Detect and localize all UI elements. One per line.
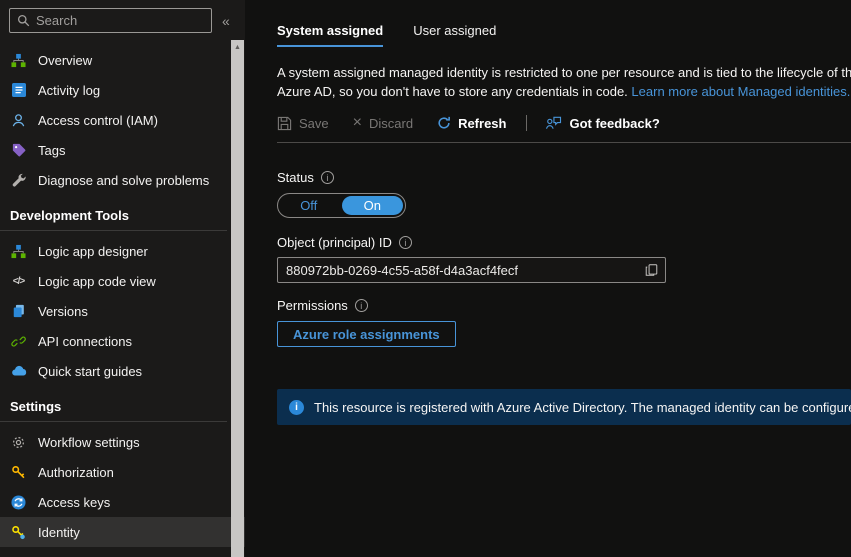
got-feedback-button[interactable]: Got feedback? (545, 115, 660, 131)
sidebar-item-quick-start-guides[interactable]: Quick start guides (0, 356, 245, 386)
status-info-icon[interactable]: i (320, 171, 334, 184)
info-banner-text: This resource is registered with Azure A… (314, 399, 851, 415)
sidebar-item-access-keys[interactable]: Access keys (0, 487, 245, 517)
toolbar: Save × Discard Refresh Got feedback? (277, 115, 851, 131)
cloud-icon (10, 363, 27, 380)
object-id-label: Object (principal) ID (277, 235, 392, 250)
permissions-label: Permissions (277, 298, 348, 313)
access-control-icon (10, 112, 27, 129)
sidebar-item-access-control[interactable]: Access control (IAM) (0, 105, 245, 135)
learn-more-link[interactable]: Learn more about Managed identities. (631, 84, 850, 99)
sidebar-item-diagnose[interactable]: Diagnose and solve problems (0, 165, 245, 195)
tab-user-assigned[interactable]: User assigned (413, 23, 496, 47)
main-panel: System assigned User assigned A system a… (245, 0, 851, 557)
tab-system-assigned[interactable]: System assigned (277, 23, 384, 47)
sidebar-item-label: Workflow settings (38, 434, 140, 450)
sidebar-item-logic-app-designer[interactable]: Logic app designer (0, 236, 245, 266)
sidebar: « Overview Activity log Access control (… (0, 0, 245, 557)
sidebar-section-settings: Settings (0, 386, 227, 422)
refresh-label: Refresh (458, 115, 507, 131)
sidebar-nav: Overview Activity log Access control (IA… (0, 37, 245, 547)
activity-log-icon (10, 82, 27, 99)
discard-x-icon: × (352, 114, 362, 131)
discard-label: Discard (368, 115, 414, 131)
azure-role-assignments-button[interactable]: Azure role assignments (277, 321, 456, 347)
refresh-icon (437, 116, 451, 130)
sidebar-item-overview[interactable]: Overview (0, 45, 245, 75)
feedback-label: Got feedback? (569, 115, 660, 131)
sidebar-item-label: Access control (IAM) (38, 112, 158, 128)
sidebar-item-label: API connections (38, 333, 132, 349)
gear-icon (10, 434, 27, 451)
sidebar-item-label: Authorization (38, 464, 114, 480)
discard-button[interactable]: × Discard (352, 114, 414, 131)
save-button[interactable]: Save (277, 116, 329, 131)
scroll-up-icon[interactable]: ▲ (234, 44, 241, 557)
toggle-off-option[interactable]: Off (278, 194, 340, 217)
sidebar-search-row: « (0, 0, 245, 37)
object-id-field[interactable]: 880972bb-0269-4c55-a58f-d4a3acf4fecf (277, 257, 666, 283)
sidebar-item-activity-log[interactable]: Activity log (0, 75, 245, 105)
search-icon (17, 14, 30, 27)
status-section: Status i Off On (277, 170, 851, 218)
toolbar-container: Save × Discard Refresh Got feedback? (277, 101, 851, 143)
description-text: A system assigned managed identity is re… (277, 63, 851, 101)
identity-key-icon (10, 524, 27, 541)
refresh-button[interactable]: Refresh (437, 116, 506, 131)
designer-icon (10, 243, 27, 260)
sidebar-item-label: Overview (38, 52, 93, 68)
search-box[interactable] (9, 8, 212, 33)
permissions-info-icon[interactable]: i (354, 299, 368, 312)
search-input[interactable] (36, 13, 212, 28)
permissions-label-row: Permissions i (277, 298, 851, 313)
sidebar-item-label: Diagnose and solve problems (38, 172, 210, 188)
status-label-row: Status i (277, 170, 851, 185)
permissions-section: Permissions i Azure role assignments (277, 298, 851, 347)
code-icon: </> (12, 275, 26, 287)
object-id-value: 880972bb-0269-4c55-a58f-d4a3acf4fecf (286, 262, 519, 278)
sidebar-item-label: Access keys (38, 494, 111, 510)
collapse-sidebar-icon[interactable]: « (222, 13, 230, 29)
toggle-on-option[interactable]: On (341, 196, 403, 215)
sidebar-item-label: Identity (38, 524, 80, 540)
object-id-label-row: Object (principal) ID i (277, 235, 851, 250)
access-keys-icon (10, 494, 27, 511)
versions-icon (10, 303, 27, 320)
sidebar-item-workflow-settings[interactable]: Workflow settings (0, 427, 245, 457)
tag-icon (10, 142, 27, 159)
save-label: Save (299, 115, 329, 131)
info-banner: i This resource is registered with Azure… (277, 389, 851, 425)
description-line2-text: Azure AD, so you don't have to store any… (277, 84, 632, 99)
api-connections-icon (10, 333, 27, 350)
toolbar-separator (526, 115, 528, 131)
identity-tabs: System assigned User assigned (245, 0, 851, 47)
feedback-icon (545, 116, 562, 130)
sidebar-item-api-connections[interactable]: API connections (0, 326, 245, 356)
sidebar-item-label: Quick start guides (38, 363, 143, 379)
sidebar-item-label: Logic app designer (38, 243, 148, 259)
sidebar-item-label: Logic app code view (38, 273, 156, 289)
sidebar-item-identity[interactable]: Identity (0, 517, 245, 547)
key-icon (10, 464, 27, 481)
overview-icon (10, 52, 27, 69)
status-toggle[interactable]: Off On (277, 193, 406, 218)
object-id-info-icon[interactable]: i (398, 236, 412, 249)
description-line1: A system assigned managed identity is re… (277, 65, 851, 80)
description-line2: Azure AD, so you don't have to store any… (277, 82, 851, 101)
wrench-icon (10, 172, 27, 189)
sidebar-section-development-tools: Development Tools (0, 195, 227, 231)
copy-icon[interactable] (637, 263, 665, 277)
sidebar-item-label: Tags (38, 142, 66, 158)
object-id-section: Object (principal) ID i 880972bb-0269-4c… (277, 235, 851, 283)
sidebar-item-label: Activity log (38, 82, 101, 98)
sidebar-scrollbar[interactable]: ▲ (231, 40, 244, 557)
info-banner-icon: i (289, 399, 304, 415)
sidebar-item-versions[interactable]: Versions (0, 296, 245, 326)
sidebar-item-tags[interactable]: Tags (0, 135, 245, 165)
sidebar-item-authorization[interactable]: Authorization (0, 457, 245, 487)
save-icon (277, 116, 292, 131)
sidebar-item-logic-app-code-view[interactable]: </> Logic app code view (0, 266, 245, 296)
sidebar-item-label: Versions (38, 303, 88, 319)
status-label: Status (277, 170, 314, 185)
